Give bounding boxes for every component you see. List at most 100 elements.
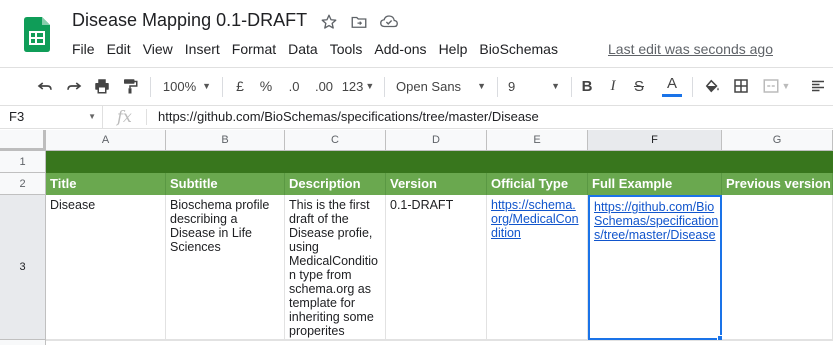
select-all-corner[interactable] bbox=[0, 130, 46, 151]
menu-tools[interactable]: Tools bbox=[324, 39, 369, 59]
menu-insert[interactable]: Insert bbox=[179, 39, 226, 59]
row-header-1[interactable]: 1 bbox=[0, 151, 46, 173]
cell-c3[interactable]: This is the first draft of the Disease p… bbox=[285, 195, 386, 340]
fx-icon: fx bbox=[117, 107, 132, 126]
borders-icon[interactable] bbox=[729, 72, 753, 100]
italic-button[interactable]: I bbox=[604, 72, 622, 100]
more-formats-select[interactable]: 123 ▼ bbox=[340, 72, 376, 100]
cell-d3[interactable]: 0.1-DRAFT bbox=[386, 195, 487, 340]
column-header-e[interactable]: E bbox=[487, 130, 588, 151]
cell-text-line: template for bbox=[289, 296, 356, 310]
cell-text-line: n type from bbox=[289, 268, 352, 282]
column-header-f[interactable]: F bbox=[588, 130, 722, 151]
text-color-letter: A bbox=[666, 74, 677, 92]
strikethrough-button[interactable]: S bbox=[630, 72, 648, 100]
bold-button[interactable]: B bbox=[578, 72, 596, 100]
menu-format[interactable]: Format bbox=[226, 39, 282, 59]
cell-text-line: inheriting some bbox=[289, 310, 374, 324]
last-edit-link[interactable]: Last edit was seconds ago bbox=[608, 41, 773, 57]
toolbar-divider bbox=[384, 77, 385, 97]
app-header: Disease Mapping 0.1-DRAFT File Edit View… bbox=[0, 0, 833, 64]
cell-text-line: Disease profie, bbox=[289, 226, 373, 240]
percent-format-button[interactable]: % bbox=[256, 72, 276, 100]
increase-decimal-button[interactable]: .00 bbox=[310, 72, 338, 100]
chevron-down-icon: ▼ bbox=[551, 81, 560, 91]
chevron-down-icon: ▼ bbox=[88, 112, 96, 121]
cell-reference: F3 bbox=[9, 109, 25, 124]
cell-b2[interactable]: Subtitle bbox=[166, 173, 285, 195]
cell-f2[interactable]: Full Example bbox=[588, 173, 722, 195]
chevron-down-icon: ▼ bbox=[477, 81, 486, 91]
link-line: s/tree/master/Disease bbox=[594, 228, 716, 242]
menu-bioschemas[interactable]: BioSchemas bbox=[473, 39, 564, 59]
cell-g3[interactable] bbox=[722, 195, 833, 340]
toolbar-divider bbox=[497, 77, 498, 97]
menu-addons[interactable]: Add-ons bbox=[368, 39, 432, 59]
menu-view[interactable]: View bbox=[137, 39, 179, 59]
cell-d2[interactable]: Version bbox=[386, 173, 487, 195]
text-color-button[interactable]: A bbox=[660, 72, 684, 100]
cell-a3[interactable]: Disease bbox=[46, 195, 166, 340]
merge-cells-icon[interactable]: ▼ bbox=[758, 72, 794, 100]
cell-e3[interactable]: https://schema. org/MedicalCon dition bbox=[487, 195, 588, 340]
formula-divider bbox=[146, 109, 147, 125]
more-formats-label: 123 bbox=[341, 78, 364, 94]
row-header-2[interactable]: 2 bbox=[0, 173, 46, 195]
zoom-select[interactable]: 100% ▼ bbox=[158, 72, 216, 100]
toolbar-divider bbox=[692, 77, 693, 97]
decrease-decimal-button[interactable]: .0 bbox=[282, 72, 306, 100]
column-header-a[interactable]: A bbox=[46, 130, 166, 151]
star-icon[interactable] bbox=[319, 12, 339, 32]
sheets-logo-icon[interactable] bbox=[24, 17, 50, 52]
document-title[interactable]: Disease Mapping 0.1-DRAFT bbox=[72, 10, 307, 31]
cell-f3-selected[interactable]: https://github.com/Bio Schemas/specifica… bbox=[588, 195, 722, 340]
formula-input[interactable]: https://github.com/BioSchemas/specificat… bbox=[158, 109, 539, 124]
column-header-b[interactable]: B bbox=[166, 130, 285, 151]
toolbar-divider bbox=[222, 77, 223, 97]
cloud-saved-icon[interactable] bbox=[379, 12, 399, 32]
menu-help[interactable]: Help bbox=[433, 39, 474, 59]
menu-data[interactable]: Data bbox=[282, 39, 324, 59]
fill-color-icon[interactable] bbox=[700, 72, 724, 100]
row-header-3[interactable]: 3 bbox=[0, 195, 46, 340]
cell-text-line: Bioschema profile bbox=[170, 198, 270, 212]
align-horizontal-icon[interactable] bbox=[805, 72, 831, 100]
menu-bar: File Edit View Insert Format Data Tools … bbox=[66, 39, 564, 59]
font-family-select[interactable]: Open Sans ▼ bbox=[392, 72, 490, 100]
row-header-4-partial bbox=[0, 340, 46, 345]
undo-icon[interactable] bbox=[33, 72, 57, 100]
cell-e2[interactable]: Official Type bbox=[487, 173, 588, 195]
toolbar-divider bbox=[571, 77, 572, 97]
name-box[interactable]: F3 ▼ bbox=[0, 106, 103, 128]
chevron-down-icon: ▼ bbox=[781, 81, 791, 91]
font-size-select[interactable]: 9 ▼ bbox=[504, 72, 564, 100]
cell-a2[interactable]: Title bbox=[46, 173, 166, 195]
column-header-g[interactable]: G bbox=[722, 130, 833, 151]
cell-c2[interactable]: Description bbox=[285, 173, 386, 195]
official-type-link[interactable]: https://schema. org/MedicalCon dition bbox=[491, 198, 584, 240]
font-family-value: Open Sans bbox=[396, 78, 462, 94]
move-to-folder-icon[interactable] bbox=[349, 12, 369, 32]
column-header-c[interactable]: C bbox=[285, 130, 386, 151]
paint-format-icon[interactable] bbox=[118, 72, 142, 100]
full-example-link[interactable]: https://github.com/Bio Schemas/specifica… bbox=[594, 200, 718, 242]
redo-icon[interactable] bbox=[62, 72, 86, 100]
cell-text-line: schema.org as bbox=[289, 282, 371, 296]
chevron-down-icon: ▼ bbox=[365, 81, 375, 91]
zoom-value: 100% bbox=[162, 78, 197, 94]
column-header-d[interactable]: D bbox=[386, 130, 487, 151]
spreadsheet-grid: A B C D E F G 1 2 3 Title Subtitle Descr… bbox=[0, 130, 833, 345]
cell-g2[interactable]: Previous version bbox=[722, 173, 833, 195]
cell-text-line: Disease in Life bbox=[170, 226, 252, 240]
cell-text-line: Sciences bbox=[170, 240, 221, 254]
toolbar-divider bbox=[150, 77, 151, 97]
menu-file[interactable]: File bbox=[66, 39, 101, 59]
menu-edit[interactable]: Edit bbox=[101, 39, 137, 59]
link-line: dition bbox=[491, 226, 521, 240]
print-icon[interactable] bbox=[90, 72, 114, 100]
currency-format-button[interactable]: £ bbox=[230, 72, 250, 100]
cell-b3[interactable]: Bioschema profile describing a Disease i… bbox=[166, 195, 285, 340]
cell-text-line: using bbox=[289, 240, 319, 254]
row-1-banner[interactable] bbox=[46, 151, 833, 173]
formula-bar: F3 ▼ fx https://github.com/BioSchemas/sp… bbox=[0, 105, 833, 129]
